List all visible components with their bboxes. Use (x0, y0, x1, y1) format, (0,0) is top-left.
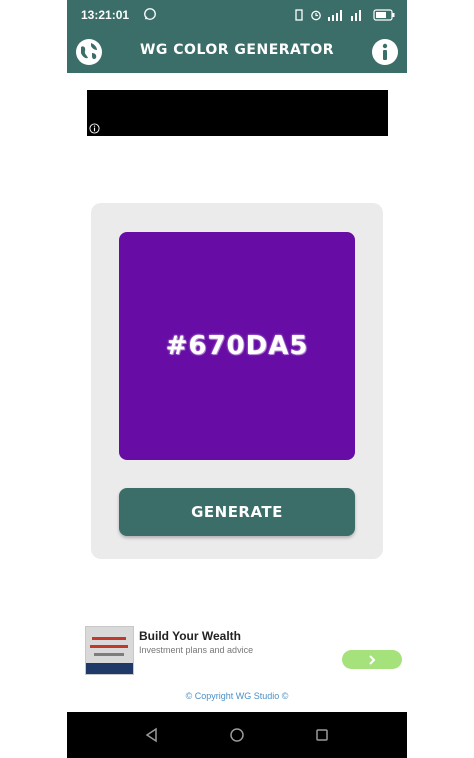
back-icon[interactable] (144, 727, 160, 743)
recents-icon[interactable] (314, 727, 330, 743)
status-bar: 13:21:01 (67, 0, 407, 30)
color-swatch: #670DA5 (119, 232, 355, 460)
app-title: WG COLOR GENERATOR (139, 42, 335, 58)
info-icon[interactable] (371, 38, 399, 66)
status-time: 13:21:01 (81, 8, 130, 22)
alarm-icon (311, 10, 321, 21)
banner-ad[interactable] (87, 90, 388, 136)
wifi-signal-icon (351, 10, 361, 21)
ad-cta-button[interactable] (342, 650, 402, 669)
hex-value: #670DA5 (165, 331, 309, 361)
ad-info-icon[interactable] (89, 123, 100, 134)
ad-headline[interactable]: Build Your Wealth (139, 629, 241, 643)
app-bar: WG COLOR GENERATOR (67, 30, 407, 73)
vibrate-icon (295, 9, 303, 21)
copyright-text: © Copyright WG Studio © (185, 691, 289, 701)
native-ad[interactable]: Build Your Wealth Investment plans and a… (85, 626, 402, 676)
phone-screen: 13:21:01 WG COLOR GENERATOR #670DA5 GENE… (67, 0, 407, 758)
generate-button[interactable]: GENERATE (119, 488, 355, 536)
color-card: #670DA5 GENERATE (91, 203, 383, 559)
home-icon[interactable] (229, 727, 245, 743)
ad-thumbnail[interactable] (85, 626, 134, 675)
system-nav-bar (67, 712, 407, 758)
chevron-right-icon (369, 654, 376, 665)
ad-body: Investment plans and advice (139, 645, 254, 655)
whatsapp-icon (144, 8, 156, 20)
battery-icon (373, 9, 395, 21)
signal-icon (328, 10, 342, 21)
status-icons (293, 7, 395, 23)
